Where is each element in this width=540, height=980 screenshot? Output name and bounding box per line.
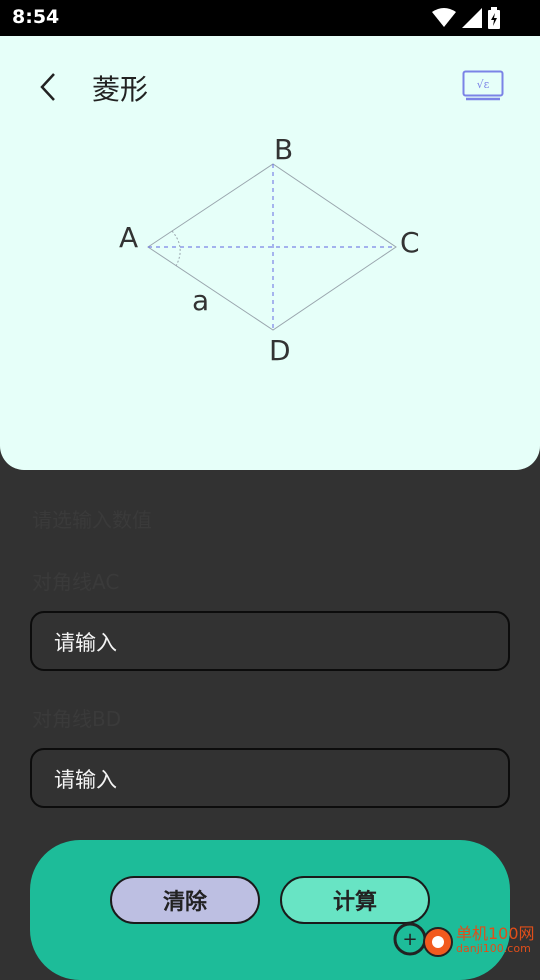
status-icons [432, 6, 500, 30]
wifi-icon [432, 8, 456, 27]
diagonal-bd-placeholder: 请输入 [54, 768, 117, 792]
status-bar: 8:54 [0, 0, 540, 36]
signal-icon [462, 8, 482, 28]
field-label-bd: 对角线BD [32, 707, 122, 731]
rhombus-diagram: A B C D a [119, 133, 420, 367]
watermark-logo-icon: + [393, 922, 453, 957]
watermark-url: danji100.com [456, 942, 531, 955]
clear-button[interactable]: 清除 [110, 876, 260, 924]
svg-text:+: + [402, 929, 417, 950]
input-hint: 请选输入数值 [32, 508, 152, 532]
watermark-name: 单机100网 [456, 924, 535, 943]
vertex-label-b: B [274, 133, 293, 166]
vertex-label-c: C [400, 226, 420, 259]
calculate-button[interactable]: 计算 [280, 876, 430, 924]
watermark: + 单机100网 danji100.com [392, 918, 540, 960]
vertex-label-a: A [119, 221, 138, 254]
field-label-ac: 对角线AC [32, 570, 120, 594]
status-time: 8:54 [12, 6, 60, 28]
diagonal-ac-placeholder: 请输入 [54, 631, 117, 655]
diagonal-ac-input[interactable]: 请输入 [30, 611, 510, 671]
diagram-card: 菱形 √ε A B C D a [0, 36, 540, 470]
battery-icon [488, 7, 500, 29]
vertex-label-d: D [269, 334, 291, 367]
diagonal-bd-input[interactable]: 请输入 [30, 748, 510, 808]
angle-arc [171, 230, 181, 267]
side-label: a [192, 284, 209, 317]
